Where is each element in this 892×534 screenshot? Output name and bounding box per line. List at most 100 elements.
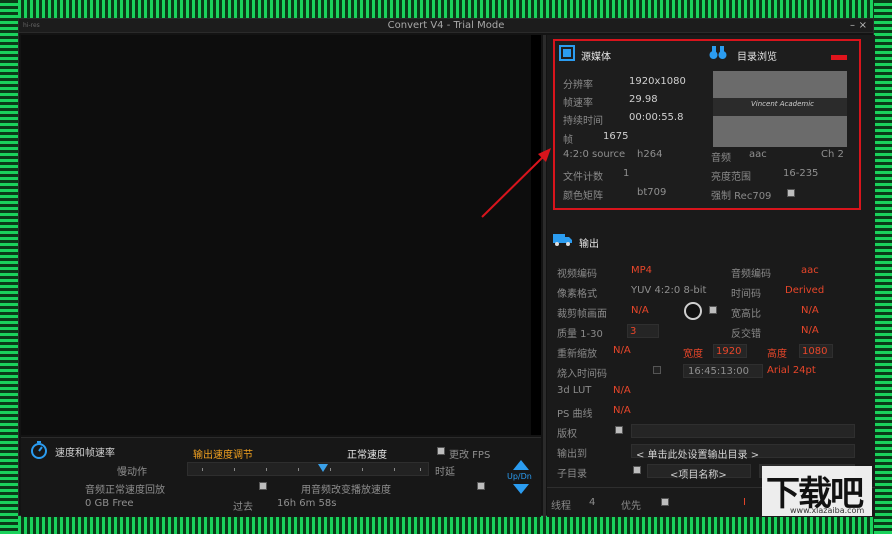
resolution-label: 分辨率 <box>563 80 593 91</box>
crop-dial-icon[interactable] <box>683 301 703 321</box>
frame-right <box>874 0 892 534</box>
copyright-field[interactable] <box>631 424 855 438</box>
binoculars-icon <box>709 46 727 59</box>
duration-label: 持续时间 <box>563 116 603 127</box>
film-icon <box>559 45 575 61</box>
force-rec709-checkbox[interactable] <box>787 189 795 197</box>
minimize-button[interactable]: – <box>850 19 855 33</box>
video-codec-value[interactable]: MP4 <box>631 265 652 276</box>
deinterlace-label: 反交错 <box>731 329 761 340</box>
site-watermark: 下载吧 www.xiazaiba.com <box>762 466 872 516</box>
video-codec-label: 视频编码 <box>557 269 597 280</box>
ps-curve-label: PS 曲线 <box>557 409 593 420</box>
up-arrow-icon[interactable] <box>513 460 529 470</box>
width-label: 宽度 <box>683 349 703 360</box>
frame-left <box>0 0 18 534</box>
crop-value[interactable]: N/A <box>631 305 649 316</box>
subdir-checkbox[interactable] <box>633 466 641 474</box>
audio-codec-value[interactable]: aac <box>801 265 819 276</box>
frames-label: 帧 <box>563 135 573 146</box>
quality-field[interactable]: 3 <box>627 324 659 338</box>
timecode-value[interactable]: Derived <box>785 285 824 296</box>
panel-splitter[interactable] <box>543 35 546 517</box>
copyright-label: 版权 <box>557 429 577 440</box>
quality-value: 3 <box>630 326 637 337</box>
change-fps-checkbox[interactable] <box>437 447 445 455</box>
source-thumbnail[interactable]: Vincent Academic <box>713 71 847 147</box>
watermark-url: www.xiazaiba.com <box>790 506 865 515</box>
titlebar: hi-res Convert V4 - Trial Mode – × <box>19 19 873 33</box>
subdir-field[interactable]: <项目名称> <box>647 464 751 481</box>
frame-top <box>0 0 892 18</box>
right-panel: 源媒体 目录浏览 分辨率 1920x1080 帧速率 29.98 持续时间 00… <box>547 35 875 517</box>
updn-label: Up/Dn <box>507 472 532 481</box>
framerate-value: 29.98 <box>629 94 658 105</box>
frame-bottom <box>0 516 892 534</box>
priority-checkbox[interactable] <box>661 498 669 506</box>
thumbnail-logo: Vincent Academic <box>751 100 815 108</box>
source-codec: h264 <box>637 149 663 160</box>
free-space: 0 GB Free <box>85 498 134 509</box>
preview-scrollbar[interactable] <box>531 35 541 435</box>
subdir-value: <项目名称> <box>670 470 727 481</box>
priority-marker: I <box>743 497 746 508</box>
close-source-button[interactable] <box>831 55 847 60</box>
speed-slider-handle[interactable] <box>318 464 328 472</box>
output-dir-value: < 单击此处设置输出目录 > <box>636 450 760 461</box>
audio-value: aac <box>749 149 767 160</box>
source-format: 4:2:0 source <box>563 149 626 160</box>
rescale-value[interactable]: N/A <box>613 345 631 356</box>
source-media-box: 源媒体 目录浏览 分辨率 1920x1080 帧速率 29.98 持续时间 00… <box>553 39 861 210</box>
browser-title: 目录浏览 <box>737 52 777 63</box>
burn-timecode-font[interactable]: Arial 24pt <box>767 365 816 376</box>
crop-label: 裁剪帧画面 <box>557 309 607 320</box>
burn-timecode-value: 16:45:13:00 <box>688 366 750 377</box>
aspect-label: 宽高比 <box>731 309 761 320</box>
video-preview[interactable] <box>21 35 531 435</box>
file-count-label: 文件计数 <box>563 172 603 183</box>
lut-value[interactable]: N/A <box>613 385 631 396</box>
output-dir-field[interactable]: < 单击此处设置输出目录 > <box>631 444 855 461</box>
slow-motion-label: 慢动作 <box>117 467 147 478</box>
timecode-label: 时间码 <box>731 289 761 300</box>
pixel-format-label: 像素格式 <box>557 289 597 300</box>
output-title: 输出 <box>579 239 599 250</box>
crop-checkbox[interactable] <box>709 306 717 314</box>
audio-channels: Ch 2 <box>821 149 844 160</box>
output-speed-label: 输出速度调节 <box>193 450 253 461</box>
height-label: 高度 <box>767 349 787 360</box>
copyright-checkbox[interactable] <box>615 426 623 434</box>
burn-timecode-checkbox[interactable] <box>653 366 661 374</box>
source-title: 源媒体 <box>581 52 611 63</box>
audio-change-label: 用音频改变播放速度 <box>301 485 391 496</box>
threads-value[interactable]: 4 <box>589 497 595 508</box>
burn-timecode-field[interactable]: 16:45:13:00 <box>683 364 763 378</box>
audio-normal-checkbox[interactable] <box>259 482 267 490</box>
threads-label: 线程 <box>551 501 571 512</box>
width-value: 1920 <box>716 346 742 357</box>
app-window: hi-res Convert V4 - Trial Mode – × 速度和帧速… <box>18 18 875 517</box>
lut-label: 3d LUT <box>557 385 592 396</box>
height-field[interactable]: 1080 <box>799 344 833 358</box>
truck-icon <box>553 234 572 246</box>
pixel-format-value[interactable]: YUV 4:2:0 8-bit <box>631 285 706 296</box>
audio-change-checkbox[interactable] <box>477 482 485 490</box>
aspect-value[interactable]: N/A <box>801 305 819 316</box>
rescale-label: 重新缩放 <box>557 349 597 360</box>
window-title: Convert V4 - Trial Mode <box>387 20 505 31</box>
force-rec709-label: 强制 Rec709 <box>711 191 772 202</box>
duration-value: 00:00:55.8 <box>629 112 684 123</box>
color-matrix-value: bt709 <box>637 187 667 198</box>
close-button[interactable]: × <box>859 19 867 33</box>
height-value: 1080 <box>802 346 828 357</box>
file-count-value: 1 <box>623 168 630 179</box>
deinterlace-value[interactable]: N/A <box>801 325 819 336</box>
elapsed-label: 过去 <box>233 502 253 513</box>
frames-value: 1675 <box>603 131 629 142</box>
color-matrix-label: 颜色矩阵 <box>563 191 603 202</box>
speed-panel: 速度和帧速率 输出速度调节 正常速度 更改 FPS 慢动作 时延 音频正常速度回… <box>21 437 541 517</box>
speed-slider[interactable] <box>187 462 429 476</box>
width-field[interactable]: 1920 <box>713 344 747 358</box>
down-arrow-icon[interactable] <box>513 484 529 494</box>
ps-curve-value[interactable]: N/A <box>613 405 631 416</box>
